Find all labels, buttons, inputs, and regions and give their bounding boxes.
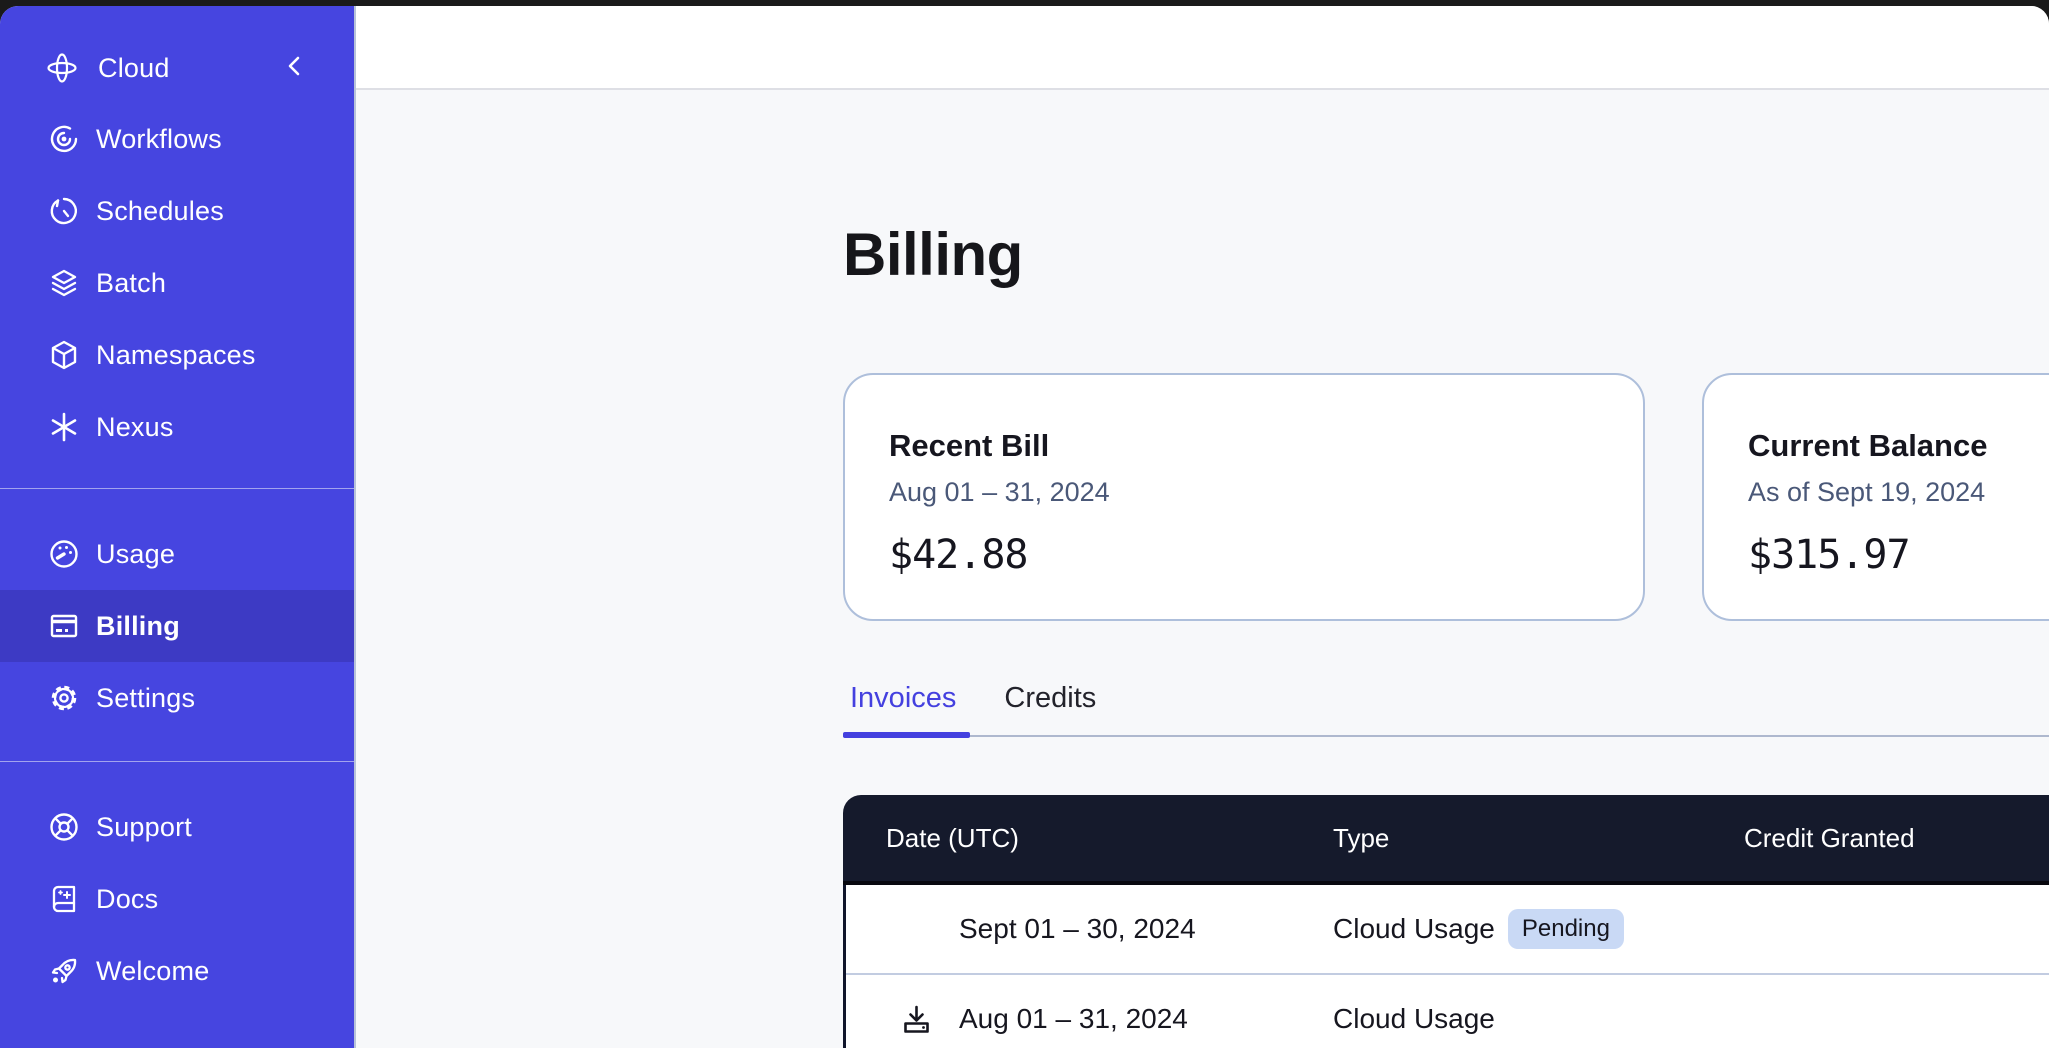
card-amount: $42.88 [889, 532, 1643, 578]
sidebar-item-label: Schedules [96, 196, 224, 227]
invoice-date: Sept 01 – 30, 2024 [959, 913, 1196, 945]
table-header: Date (UTC) Type Credit Granted [843, 795, 2049, 885]
date-cell: Aug 01 – 31, 2024 [846, 1001, 1290, 1037]
sidebar-item-label: Billing [96, 611, 180, 642]
temporal-cloud-logo-icon [45, 51, 79, 85]
table-row: Sept 01 – 30, 2024 Cloud Usage Pending [846, 885, 2049, 973]
summary-cards: Recent Bill Aug 01 – 31, 2024 $42.88 Cur… [843, 373, 2049, 621]
settings-gear-icon [47, 681, 81, 715]
welcome-rocket-icon [47, 954, 81, 988]
main-area: Billing Recent Bill Aug 01 – 31, 2024 $4… [356, 6, 2049, 1048]
batch-layers-icon [47, 266, 81, 300]
download-icon [900, 1003, 933, 1036]
sidebar-item-label: Workflows [96, 124, 222, 155]
sidebar-item-workflows[interactable]: Workflows [0, 103, 354, 175]
download-slot [900, 1001, 959, 1037]
nexus-asterisk-icon [47, 410, 81, 444]
status-badge: Pending [1508, 909, 1624, 950]
billing-tabs: Invoices Credits [843, 682, 1096, 715]
card-title: Recent Bill [889, 428, 1643, 464]
type-cell: Cloud Usage [1290, 1003, 1701, 1035]
app-window: Cloud Workflows [0, 6, 2049, 1048]
sidebar-item-namespaces[interactable]: Namespaces [0, 319, 354, 391]
recent-bill-card: Recent Bill Aug 01 – 31, 2024 $42.88 [843, 373, 1645, 621]
sidebar-item-label: Usage [96, 539, 175, 570]
page-title: Billing [843, 220, 1023, 289]
sidebar-item-support[interactable]: Support [0, 791, 354, 863]
sidebar-item-billing[interactable]: Billing [0, 590, 354, 662]
sidebar-nav-main: Workflows Schedules [0, 103, 354, 463]
usage-gauge-icon [47, 537, 81, 571]
workflows-spiral-icon [47, 122, 81, 156]
sidebar-item-docs[interactable]: Docs [0, 863, 354, 935]
invoice-date: Aug 01 – 31, 2024 [959, 1003, 1188, 1035]
card-title: Current Balance [1748, 428, 2049, 464]
invoice-type: Cloud Usage [1333, 1003, 1495, 1035]
sidebar-item-settings[interactable]: Settings [0, 662, 354, 734]
download-invoice-button[interactable] [900, 1001, 936, 1037]
schedules-clock-icon [47, 194, 81, 228]
tab-credits[interactable]: Credits [1004, 682, 1096, 715]
current-balance-card: Current Balance As of Sept 19, 2024 $315… [1702, 373, 2049, 621]
sidebar-brand: Cloud [0, 44, 354, 92]
tabs-rule [843, 735, 2049, 737]
tabs-active-indicator [843, 732, 970, 738]
card-subtitle: Aug 01 – 31, 2024 [889, 477, 1643, 508]
sidebar-item-batch[interactable]: Batch [0, 247, 354, 319]
sidebar-item-nexus[interactable]: Nexus [0, 391, 354, 463]
sidebar-item-label: Settings [96, 683, 195, 714]
tab-invoices[interactable]: Invoices [850, 682, 956, 715]
sidebar-item-usage[interactable]: Usage [0, 518, 354, 590]
namespaces-cube-icon [47, 338, 81, 372]
sidebar-nav-footer: Support Docs [0, 791, 354, 1007]
sidebar-item-label: Batch [96, 268, 166, 299]
docs-book-icon [47, 882, 81, 916]
sidebar-item-welcome[interactable]: Welcome [0, 935, 354, 1007]
invoices-table: Date (UTC) Type Credit Granted Sept 01 –… [843, 795, 2049, 1048]
chevron-left-icon [280, 51, 310, 81]
billing-page: Billing Recent Bill Aug 01 – 31, 2024 $4… [356, 92, 2049, 1048]
sidebar: Cloud Workflows [0, 6, 356, 1048]
brand-label: Cloud [98, 53, 170, 84]
sidebar-nav-account: Usage Billing [0, 518, 354, 734]
column-header-credit-granted: Credit Granted [1701, 823, 1915, 854]
type-cell: Cloud Usage Pending [1290, 909, 1701, 950]
topbar [356, 6, 2049, 90]
column-header-type: Type [1290, 823, 1701, 854]
card-amount: $315.97 [1748, 532, 2049, 578]
sidebar-item-label: Support [96, 812, 192, 843]
billing-card-icon [47, 609, 81, 643]
table-row: Aug 01 – 31, 2024 Cloud Usage [846, 973, 2049, 1048]
sidebar-item-label: Welcome [96, 956, 209, 987]
sidebar-item-label: Nexus [96, 412, 174, 443]
invoice-type: Cloud Usage [1333, 913, 1495, 945]
sidebar-item-schedules[interactable]: Schedules [0, 175, 354, 247]
table-body: Sept 01 – 30, 2024 Cloud Usage Pending [843, 885, 2049, 1048]
sidebar-item-label: Namespaces [96, 340, 256, 371]
date-cell: Sept 01 – 30, 2024 [846, 913, 1290, 945]
support-lifering-icon [47, 810, 81, 844]
sidebar-item-label: Docs [96, 884, 158, 915]
column-header-date: Date (UTC) [843, 823, 1290, 854]
card-subtitle: As of Sept 19, 2024 [1748, 477, 2049, 508]
collapse-sidebar-button[interactable] [280, 48, 316, 84]
